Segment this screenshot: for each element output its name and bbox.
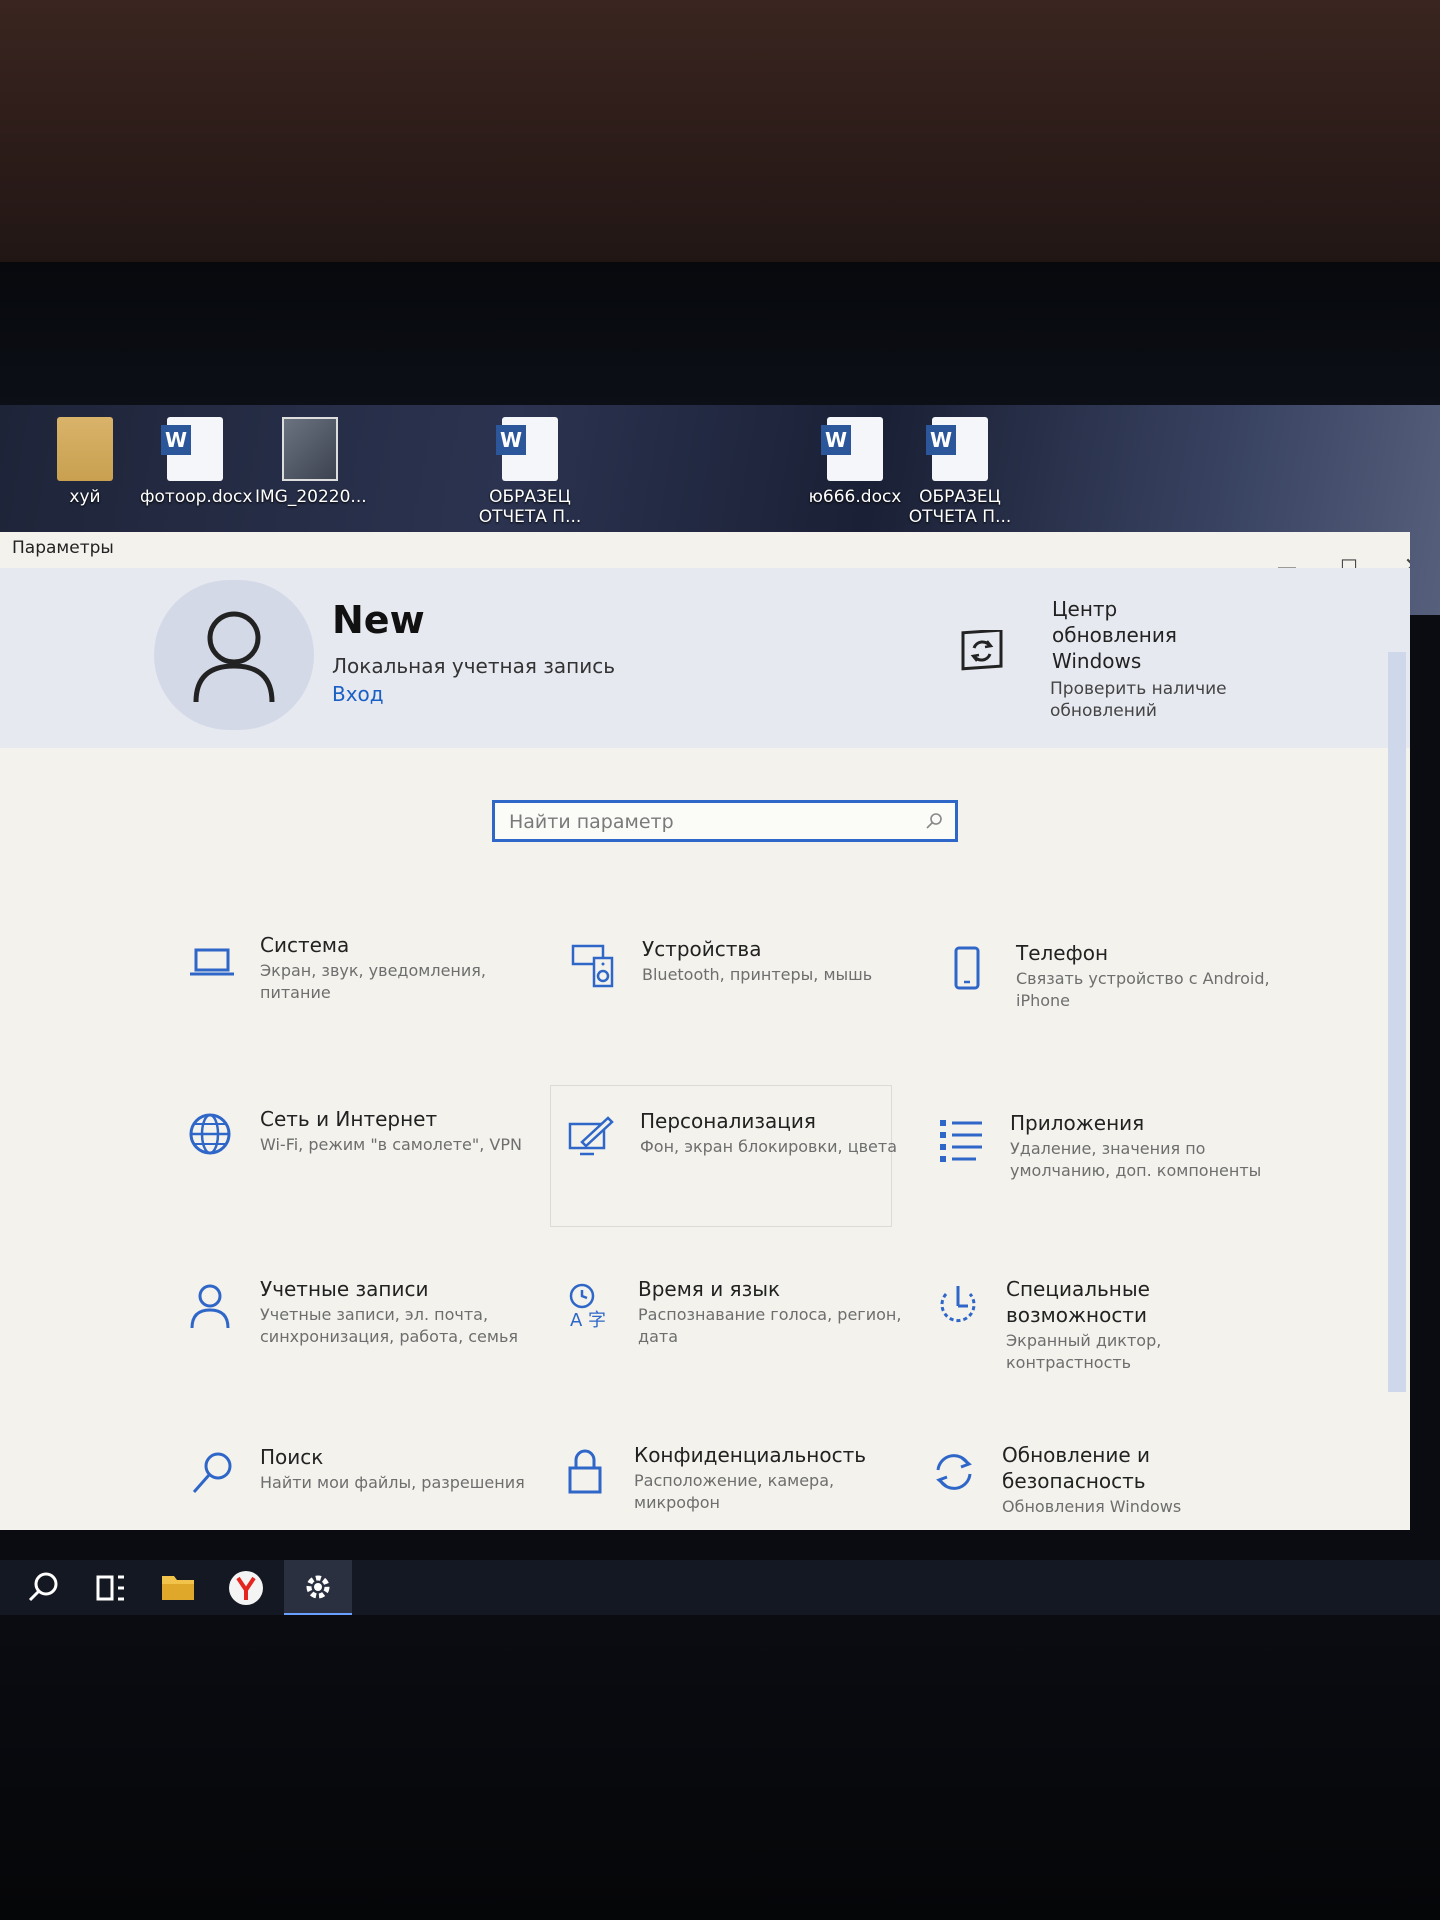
desktop-icon-label: ю666.docx [808,487,902,507]
taskbar-yandex-browser-button[interactable] [212,1560,280,1616]
tile-subtitle: Wi-Fi, режим "в самолете", VPN [260,1135,522,1154]
tile-title: Поиск [260,1445,324,1469]
tile-title: Сеть и Интернет [260,1107,438,1131]
title-bar[interactable]: Параметры [0,532,1410,568]
tile-time-language[interactable]: A 字 Время и язык Распознавание голоса, р… [566,1276,906,1416]
sync-icon [936,1454,972,1490]
task-view-icon [96,1575,124,1601]
folder-icon [57,417,113,481]
desktop-icon-label: фотоор.docx [140,487,253,507]
desktop-icon-word-file[interactable]: W фотоор.docx [140,417,253,507]
search-input[interactable] [507,803,911,841]
account-type: Локальная учетная запись [332,654,615,678]
word-document-icon: W [496,417,558,481]
desktop-icon-word-file[interactable]: W ОБРАЗЕЦ ОТЧЕТА П... [475,417,585,528]
tile-subtitle: Распознавание голоса, регион, дата [638,1305,902,1346]
monitor-bezel-bottom [0,1615,1440,1920]
user-name: New [332,598,425,642]
time-language-icon: A 字 [569,1283,606,1330]
desktop-icon-word-file[interactable]: W ОБРАЗЕЦ ОТЧЕТА П... [905,417,1015,528]
person-icon [190,1284,230,1329]
tile-accounts[interactable]: Учетные записи Учетные записи, эл. почта… [188,1276,528,1416]
desktop-icon-photo[interactable]: IMG_20220... [255,417,367,507]
user-avatar-icon [193,611,275,703]
taskbar-settings-button[interactable] [284,1560,352,1616]
settings-gear-icon [306,1575,330,1599]
globe-icon [189,1113,231,1155]
devices-icon [571,944,614,988]
image-thumbnail-icon [282,417,338,481]
monitor-bezel-top [0,262,1440,407]
settings-window: Параметры — ☐ ✕ New Локальная учетная за… [0,532,1410,1530]
tile-title: Время и язык [638,1277,781,1301]
word-document-icon: W [926,417,988,481]
tile-title: Обновление и безопасность [1002,1443,1150,1493]
desktop-icon-label: хуй [69,487,101,507]
tile-update-security[interactable]: Обновление и безопасность Обновления Win… [930,1442,1270,1530]
tile-search[interactable]: Поиск Найти мои файлы, разрешения [188,1444,528,1530]
sign-in-link[interactable]: Вход [332,682,384,706]
desktop-icon-label: ОБРАЗЕЦ ОТЧЕТА П... [478,487,582,528]
scrollbar[interactable] [1388,652,1406,1392]
desktop-icon-label: ОБРАЗЕЦ ОТЧЕТА П... [908,487,1012,528]
svg-text:A: A [570,1310,583,1330]
window-title: Параметры [12,538,114,558]
search-icon [192,1452,232,1493]
tile-title: Персонализация [640,1109,816,1133]
tile-apps[interactable]: Приложения Удаление, значения по умолчан… [938,1110,1278,1250]
taskbar-task-view-button[interactable] [76,1560,144,1616]
desktop-icon-folder[interactable]: хуй [30,417,140,507]
tile-subtitle: Bluetooth, принтеры, мышь [642,965,873,984]
desktop-icon-label: IMG_20220... [255,487,367,507]
svg-text:字: 字 [588,1310,606,1330]
taskbar-search-button[interactable] [8,1560,76,1616]
tile-phone[interactable]: Телефон Связать устройство с Android, iP… [944,940,1284,1080]
tile-devices[interactable]: Устройства Bluetooth, принтеры, мышь [570,936,910,1076]
accessibility-icon [940,1286,976,1323]
word-document-icon: W [821,417,883,481]
tile-subtitle: Учетные записи, эл. почта, синхронизация… [260,1305,519,1346]
tile-title: Приложения [1010,1111,1145,1135]
background-room [0,0,1440,270]
tile-title: Система [260,933,350,957]
tile-subtitle: Связать устройство с Android, iPhone [1016,969,1270,1010]
tile-network[interactable]: Сеть и Интернет Wi-Fi, режим "в самолете… [188,1106,528,1246]
tile-subtitle: Найти мои файлы, разрешения [260,1473,525,1492]
tile-subtitle: Фон, экран блокировки, цвета [640,1137,897,1156]
windows-update-icon[interactable] [960,628,1004,672]
tile-privacy[interactable]: Конфиденциальность Расположение, камера,… [562,1442,902,1530]
word-document-icon: W [161,417,223,481]
tile-title: Учетные записи [260,1277,429,1301]
desktop-icon-word-file[interactable]: W ю666.docx [800,417,910,507]
settings-header: New Локальная учетная запись Вход Центр … [0,568,1410,748]
brush-icon [568,1116,614,1156]
tile-subtitle: Экран, звук, уведомления, питание [260,961,486,1002]
file-explorer-icon [162,1576,194,1600]
windows-update-title[interactable]: Центр обновления Windows [1052,596,1212,674]
yandex-browser-icon [229,1571,263,1605]
apps-list-icon [940,1120,982,1162]
tile-personalization[interactable]: Персонализация Фон, экран блокировки, цв… [568,1108,908,1248]
tile-title: Устройства [642,937,762,961]
phone-icon [954,946,980,990]
tile-title: Телефон [1016,941,1109,965]
tile-title: Специальные возможности [1006,1277,1150,1327]
check-updates-link[interactable]: Проверить наличие обновлений [1050,678,1240,722]
tile-subtitle: Удаление, значения по умолчанию, доп. ко… [1010,1139,1262,1180]
tile-title: Конфиденциальность [634,1443,867,1467]
taskbar [0,1560,1440,1616]
tile-subtitle: Расположение, камера, микрофон [634,1471,835,1512]
tile-subtitle: Экранный диктор, контрастность [1006,1331,1162,1372]
search-icon[interactable] [925,812,943,830]
laptop-icon [190,948,234,976]
tile-subtitle: Обновления Windows [1002,1497,1182,1516]
tile-accessibility[interactable]: Специальные возможности Экранный диктор,… [934,1276,1274,1416]
settings-search-box[interactable] [492,800,958,842]
taskbar-file-explorer-button[interactable] [144,1560,212,1616]
search-icon [28,1572,58,1602]
lock-icon [568,1449,602,1494]
avatar[interactable] [154,580,314,730]
tile-system[interactable]: Система Экран, звук, уведомления, питани… [188,932,528,1072]
